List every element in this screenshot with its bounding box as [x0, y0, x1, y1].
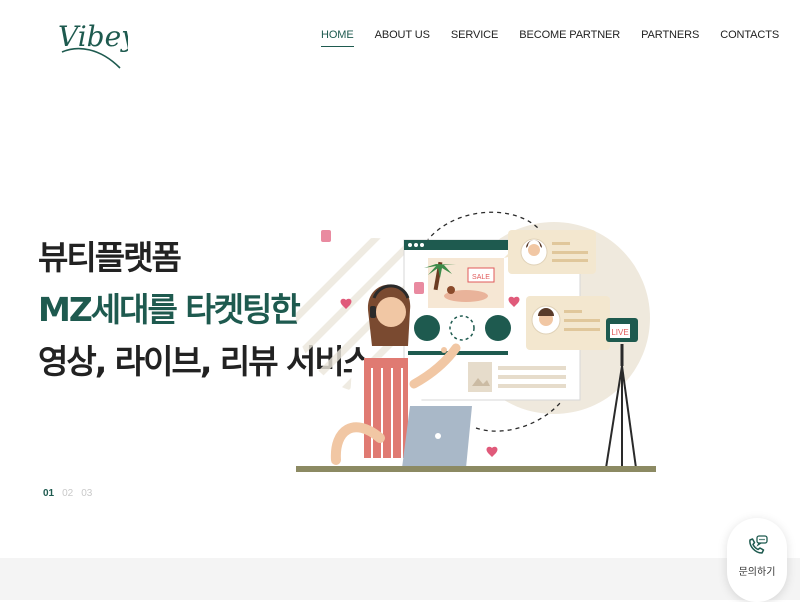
logo-text: Vibey — [58, 20, 128, 53]
inquiry-floating-button[interactable]: 문의하기 — [727, 518, 787, 602]
nav-become-partner[interactable]: BECOME PARTNER — [519, 28, 620, 42]
phone-chat-icon — [749, 535, 768, 554]
pager-item-01[interactable]: 01 — [43, 488, 54, 499]
hero-illustration: SALE LIVE — [296, 198, 656, 478]
pager-item-03[interactable]: 03 — [81, 488, 92, 499]
nav-home[interactable]: HOME — [321, 28, 354, 47]
inquiry-label: 문의하기 — [738, 567, 776, 578]
vibey-logo-mark: Vibey — [58, 20, 138, 69]
nav-contacts[interactable]: CONTACTS — [720, 28, 779, 42]
brand-logo[interactable]: Vibey — [56, 12, 138, 72]
nav-service[interactable]: SERVICE — [451, 28, 499, 42]
svg-text:LIVE: LIVE — [611, 328, 628, 337]
nav-about-us[interactable]: ABOUT US — [375, 28, 430, 42]
pager-item-02[interactable]: 02 — [62, 488, 73, 499]
main-nav: HOME ABOUT US SERVICE BECOME PARTNER PAR… — [321, 27, 779, 47]
slider-pagination: 01 02 03 — [43, 488, 92, 499]
nav-partners[interactable]: PARTNERS — [641, 28, 699, 42]
svg-text:SALE: SALE — [472, 274, 490, 281]
next-section-band — [0, 558, 800, 600]
